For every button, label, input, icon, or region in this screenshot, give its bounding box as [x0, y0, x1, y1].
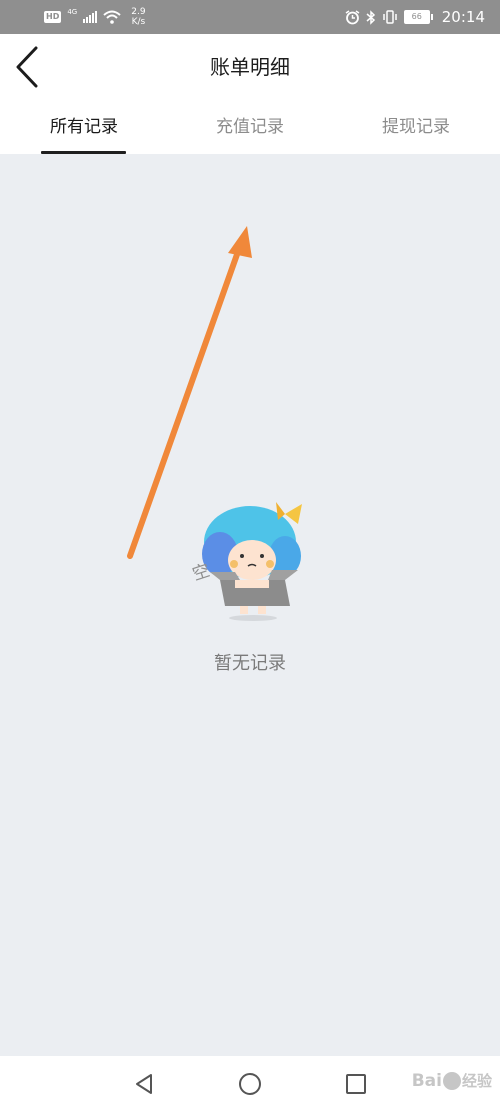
nav-recents-button[interactable]	[343, 1071, 369, 1097]
system-nav-bar: Bai 经验	[0, 1056, 500, 1111]
chevron-left-icon	[16, 46, 38, 88]
tab-bar: 所有记录 充值记录 提现记录	[0, 104, 500, 154]
bluetooth-icon	[366, 9, 375, 25]
alarm-icon	[345, 9, 360, 24]
watermark-prefix: Bai	[411, 1071, 442, 1091]
tab-recharge-records[interactable]: 充值记录	[200, 104, 300, 154]
speed-value: 2.9	[131, 7, 146, 17]
signal-icon	[83, 11, 98, 23]
header: 账单明细	[0, 34, 500, 104]
back-button[interactable]	[10, 46, 50, 90]
battery-level: 66	[411, 12, 422, 21]
status-right: 66 20:14	[345, 7, 485, 27]
wifi-icon	[103, 10, 121, 24]
nav-back-button[interactable]	[131, 1071, 157, 1097]
empty-state-message: 暂无记录	[214, 653, 286, 674]
status-left: HD 4G 2.9 K/s	[44, 7, 146, 27]
empty-character-image	[202, 502, 302, 621]
hd-badge: HD	[44, 11, 62, 23]
tab-all-records[interactable]: 所有记录	[34, 104, 134, 154]
nav-home-button[interactable]	[237, 1071, 263, 1097]
network-type: 4G	[67, 8, 78, 16]
back-triangle-icon	[136, 1074, 152, 1094]
clock: 20:14	[441, 8, 485, 26]
network-speed: 2.9 K/s	[131, 7, 145, 27]
baidu-watermark: Bai 经验	[412, 1070, 492, 1091]
battery-icon: 66	[403, 10, 433, 24]
empty-state-illustration: 空	[190, 494, 315, 629]
tab-withdraw-records[interactable]: 提现记录	[366, 104, 466, 154]
watermark-suffix: 经验	[461, 1072, 492, 1090]
records-content: 空 暂无记录	[0, 154, 500, 1056]
paw-icon	[442, 1072, 461, 1090]
vibrate-icon	[383, 10, 397, 24]
speed-unit: K/s	[131, 17, 146, 27]
home-circle-icon	[239, 1073, 261, 1095]
page-title: 账单明细	[210, 55, 290, 79]
status-bar: HD 4G 2.9 K/s 66 20:14	[0, 0, 500, 34]
recents-square-icon	[346, 1074, 366, 1094]
